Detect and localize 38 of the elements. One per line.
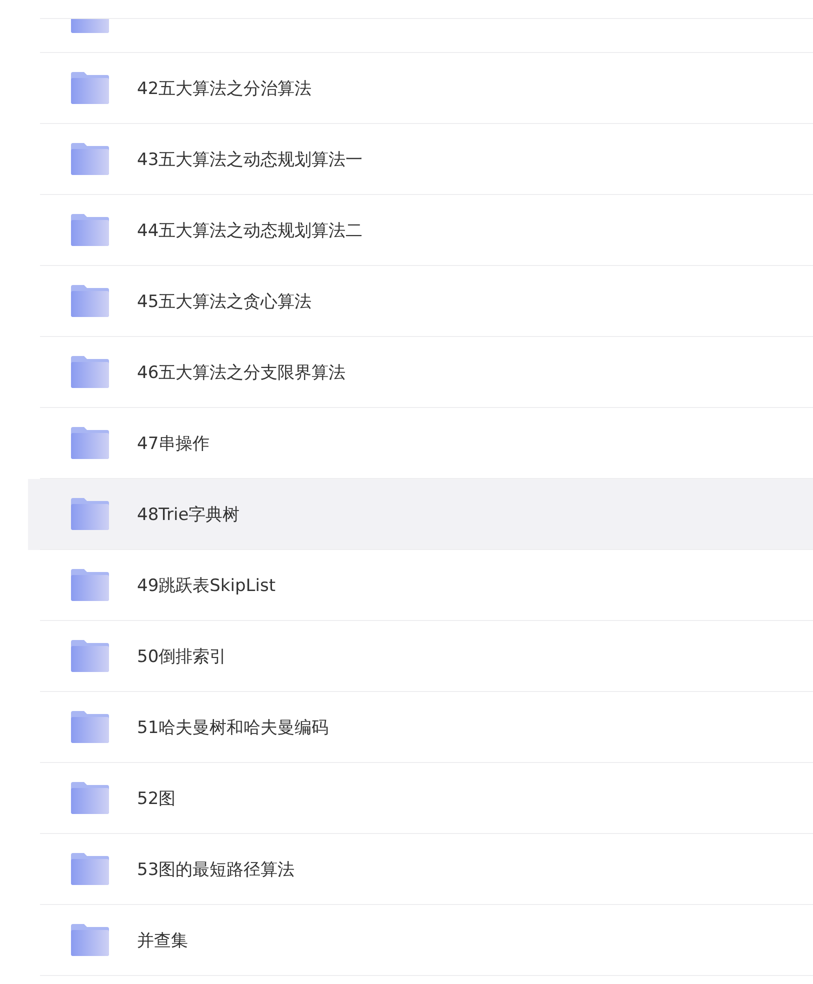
folder-name: 52图 <box>137 788 176 810</box>
folder-name: 43五大算法之动态规划算法一 <box>137 148 363 170</box>
folder-name: 并查集 <box>137 930 188 952</box>
folder-row[interactable]: 44五大算法之动态规划算法二 <box>28 195 813 266</box>
folder-icon <box>71 498 109 530</box>
folder-name: 42五大算法之分治算法 <box>137 78 312 100</box>
folder-row[interactable]: 48Trie字典树 <box>28 479 813 550</box>
folder-icon <box>71 782 109 814</box>
folder-icon <box>71 924 109 956</box>
folder-icon <box>71 143 109 175</box>
folder-icon <box>71 427 109 459</box>
folder-name: 53图的最短路径算法 <box>137 858 295 880</box>
folder-icon <box>71 214 109 246</box>
folder-name: 48Trie字典树 <box>137 504 240 526</box>
folder-row[interactable]: 并查集 <box>28 905 813 976</box>
folder-row[interactable]: 53图的最短路径算法 <box>28 834 813 905</box>
folder-row[interactable]: 46五大算法之分支限界算法 <box>28 337 813 408</box>
folder-name: 50倒排索引 <box>137 646 227 668</box>
folder-icon <box>71 72 109 104</box>
folder-icon <box>71 569 109 601</box>
folder-row[interactable]: 45五大算法之贪心算法 <box>28 266 813 337</box>
folder-row[interactable]: 43五大算法之动态规划算法一 <box>28 124 813 195</box>
folder-icon <box>71 356 109 388</box>
folder-row[interactable]: 42五大算法之分治算法 <box>28 53 813 124</box>
folder-name: 46五大算法之分支限界算法 <box>137 362 346 384</box>
folder-row[interactable]: 51哈夫曼树和哈夫曼编码 <box>28 692 813 763</box>
folder-icon <box>71 853 109 885</box>
folder-name: 47串操作 <box>137 432 210 454</box>
folder-name: 51哈夫曼树和哈夫曼编码 <box>137 716 329 738</box>
folder-row[interactable]: 52图 <box>28 763 813 834</box>
folder-icon <box>71 285 109 317</box>
folder-name: 44五大算法之动态规划算法二 <box>137 220 363 242</box>
folder-name: 49跳跃表SkipList <box>137 574 276 596</box>
folder-name: 45五大算法之贪心算法 <box>137 290 312 312</box>
folder-icon <box>71 711 109 743</box>
folder-icon <box>71 640 109 672</box>
folder-row[interactable]: 50倒排索引 <box>28 621 813 692</box>
folder-row[interactable]: 49跳跃表SkipList <box>28 550 813 621</box>
